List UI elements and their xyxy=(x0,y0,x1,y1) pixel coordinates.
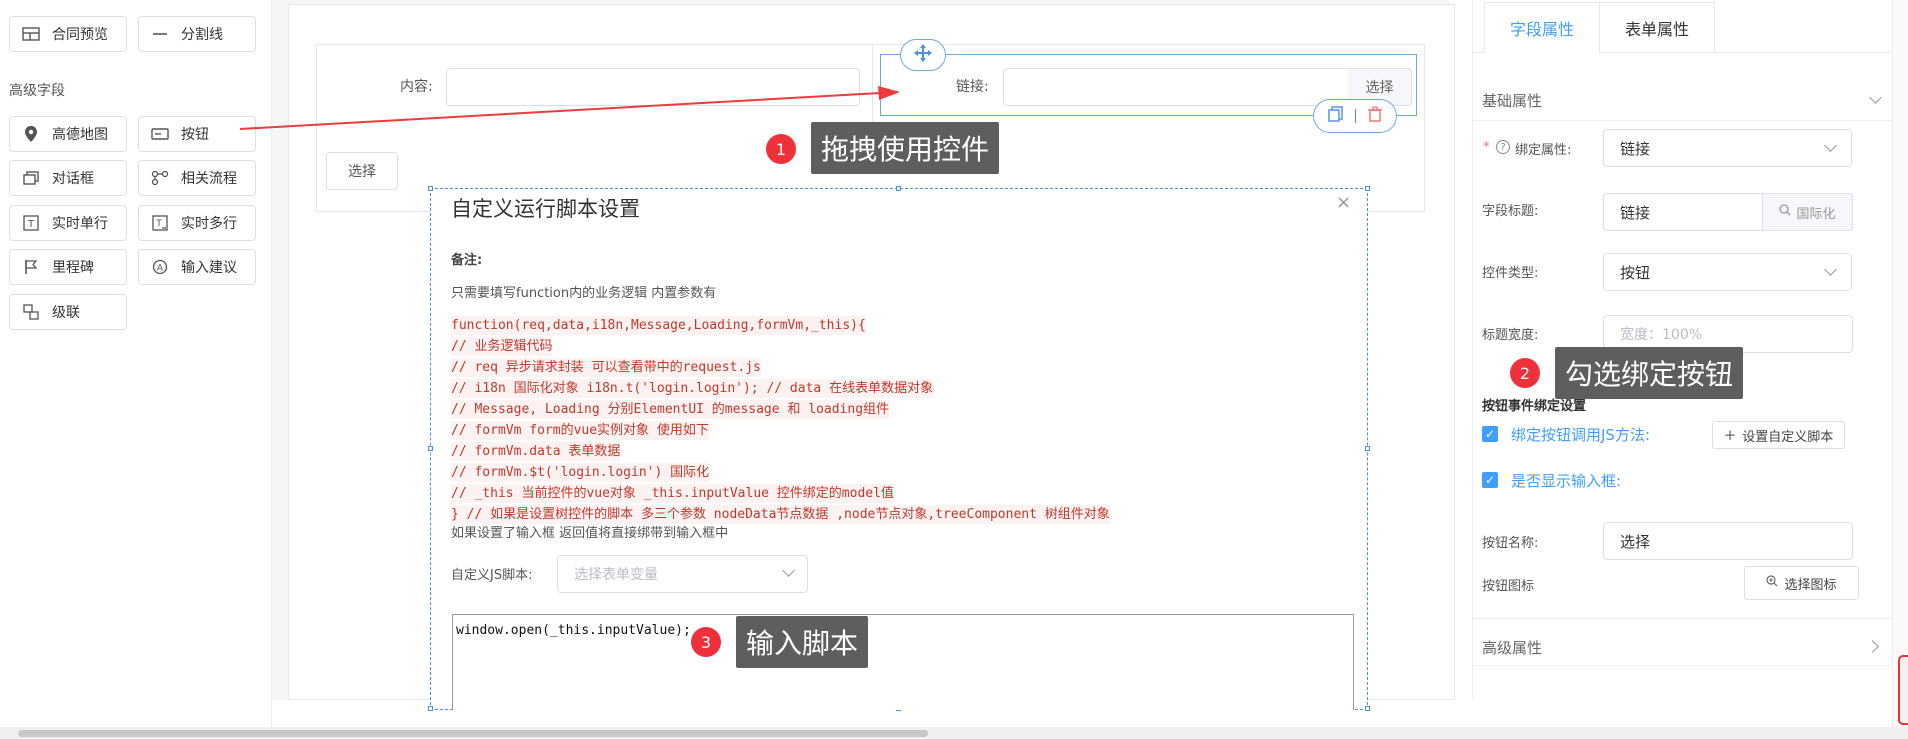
resize-handle[interactable] xyxy=(428,446,433,451)
ctrl-type-label: 控件类型: xyxy=(1482,266,1539,281)
note-text: 只需要填写function内的业务逻辑 内置参数有 xyxy=(451,286,717,301)
tab-field-props[interactable]: 字段属性 xyxy=(1484,2,1600,53)
required-star: * xyxy=(1483,140,1490,155)
tab-label: 表单属性 xyxy=(1624,19,1689,39)
field-title-value: 链接 xyxy=(1620,203,1651,222)
code-line: // _this 当前控件的vue对象 _this.inputValue 控件绑… xyxy=(451,484,894,503)
annotation-tip-1: 拖拽使用控件 xyxy=(811,122,1000,174)
code-line: // formVm form的vue实例对象 使用如下 xyxy=(451,421,709,440)
field-title-input[interactable]: 链接 xyxy=(1603,193,1763,231)
code-line: // req 异步请求封装 可以查看带中的request.js xyxy=(451,358,761,377)
code-line: // i18n 国际化对象 i18n.t('login.login'); // … xyxy=(451,379,934,398)
select-icon-button[interactable]: 选择图标 xyxy=(1744,566,1859,600)
section-divider xyxy=(1472,618,1908,619)
bind-prop-value: 链接 xyxy=(1620,139,1651,158)
js-script-label: 自定义JS脚本: xyxy=(451,568,533,583)
form-variable-placeholder: 选择表单变量 xyxy=(574,567,658,583)
basic-props-title[interactable]: 基础属性 xyxy=(1482,90,1542,111)
event-settings-title: 按钮事件绑定设置 xyxy=(1482,399,1587,414)
resize-handle[interactable] xyxy=(1365,706,1370,711)
help-icon[interactable]: ? xyxy=(1496,140,1510,154)
title-width-placeholder: 宽度：100% xyxy=(1620,327,1703,343)
advanced-props-title[interactable]: 高级属性 xyxy=(1482,637,1542,658)
script-textarea[interactable]: window.open(_this.inputValue); xyxy=(452,614,1354,710)
form-variable-select[interactable]: 选择表单变量 xyxy=(557,555,808,593)
annotation-badge-3: 3 xyxy=(691,627,721,657)
code-line: // Message, Loading 分别ElementUI 的message… xyxy=(451,400,890,419)
annotation-tip-3: 输入脚本 xyxy=(736,616,869,668)
app-root: 合同预览 分割线 高级字段 高德地图 按钮 对话框 相关流程 T 实时单行 T xyxy=(0,0,1908,739)
annotation-tip-2: 勾选绑定按钮 xyxy=(1555,347,1744,399)
resize-handle[interactable] xyxy=(896,186,901,191)
annotation-badge-1: 1 xyxy=(766,134,796,164)
vertical-scrollbar-thumb[interactable] xyxy=(1898,655,1908,725)
ctrl-type-value: 按钮 xyxy=(1620,263,1651,282)
btn-name-value: 选择 xyxy=(1620,532,1651,551)
resize-handle[interactable] xyxy=(428,186,433,191)
btn-name-input[interactable]: 选择 xyxy=(1603,522,1853,560)
right-edge xyxy=(1892,0,1908,739)
section-divider xyxy=(1472,120,1908,121)
bind-js-checkbox[interactable]: ✓ xyxy=(1482,426,1498,442)
field-title-label: 字段标题: xyxy=(1482,204,1539,219)
search-icon xyxy=(1779,204,1791,220)
bind-prop-label: 绑定属性: xyxy=(1515,143,1572,158)
code-block: function(req,data,i18n,Message,Loading,f… xyxy=(451,314,1231,524)
set-script-button[interactable]: + 设置自定义脚本 xyxy=(1712,421,1845,449)
bind-prop-select[interactable]: 链接 xyxy=(1603,129,1852,167)
set-script-label: 设置自定义脚本 xyxy=(1742,429,1834,445)
btn-name-label: 按钮名称: xyxy=(1482,536,1539,551)
bind-js-label[interactable]: 绑定按钮调用JS方法: xyxy=(1511,424,1650,445)
dialog-title: 自定义运行脚本设置 xyxy=(451,197,640,221)
after-code-text: 如果设置了输入框 返回值将直接绑带到输入框中 xyxy=(451,526,729,541)
code-line: // formVm.data 表单数据 xyxy=(451,442,621,461)
tab-form-props[interactable]: 表单属性 xyxy=(1599,2,1715,53)
select-icon-label: 选择图标 xyxy=(1784,577,1837,593)
show-input-label[interactable]: 是否显示输入框: xyxy=(1511,470,1621,491)
show-input-checkbox[interactable]: ✓ xyxy=(1482,472,1498,488)
i18n-label: 国际化 xyxy=(1796,206,1836,222)
code-line: // formVm.$t('login.login') 国际化 xyxy=(451,463,710,482)
annotation-badge-2: 2 xyxy=(1510,358,1540,388)
title-width-label: 标题宽度: xyxy=(1482,328,1539,343)
zoom-in-icon xyxy=(1766,575,1778,591)
resize-handle[interactable] xyxy=(1365,446,1370,451)
btn-icon-label: 按钮图标 xyxy=(1482,579,1535,594)
section-divider xyxy=(1472,665,1908,666)
code-line: // 业务逻辑代码 xyxy=(451,337,553,356)
resize-handle[interactable] xyxy=(428,706,433,711)
plus-icon: + xyxy=(1723,426,1737,444)
i18n-button[interactable]: 国际化 xyxy=(1762,193,1853,231)
note-label: 备注: xyxy=(451,253,483,268)
ctrl-type-select[interactable]: 按钮 xyxy=(1603,253,1852,291)
tab-label: 字段属性 xyxy=(1509,19,1574,39)
horizontal-scrollbar-thumb[interactable] xyxy=(18,730,928,737)
script-text: window.open(_this.inputValue); xyxy=(456,623,691,638)
resize-handle[interactable] xyxy=(1365,186,1370,191)
dialog-close-icon[interactable]: × xyxy=(1336,192,1351,213)
code-line: function(req,data,i18n,Message,Loading,f… xyxy=(451,316,866,335)
